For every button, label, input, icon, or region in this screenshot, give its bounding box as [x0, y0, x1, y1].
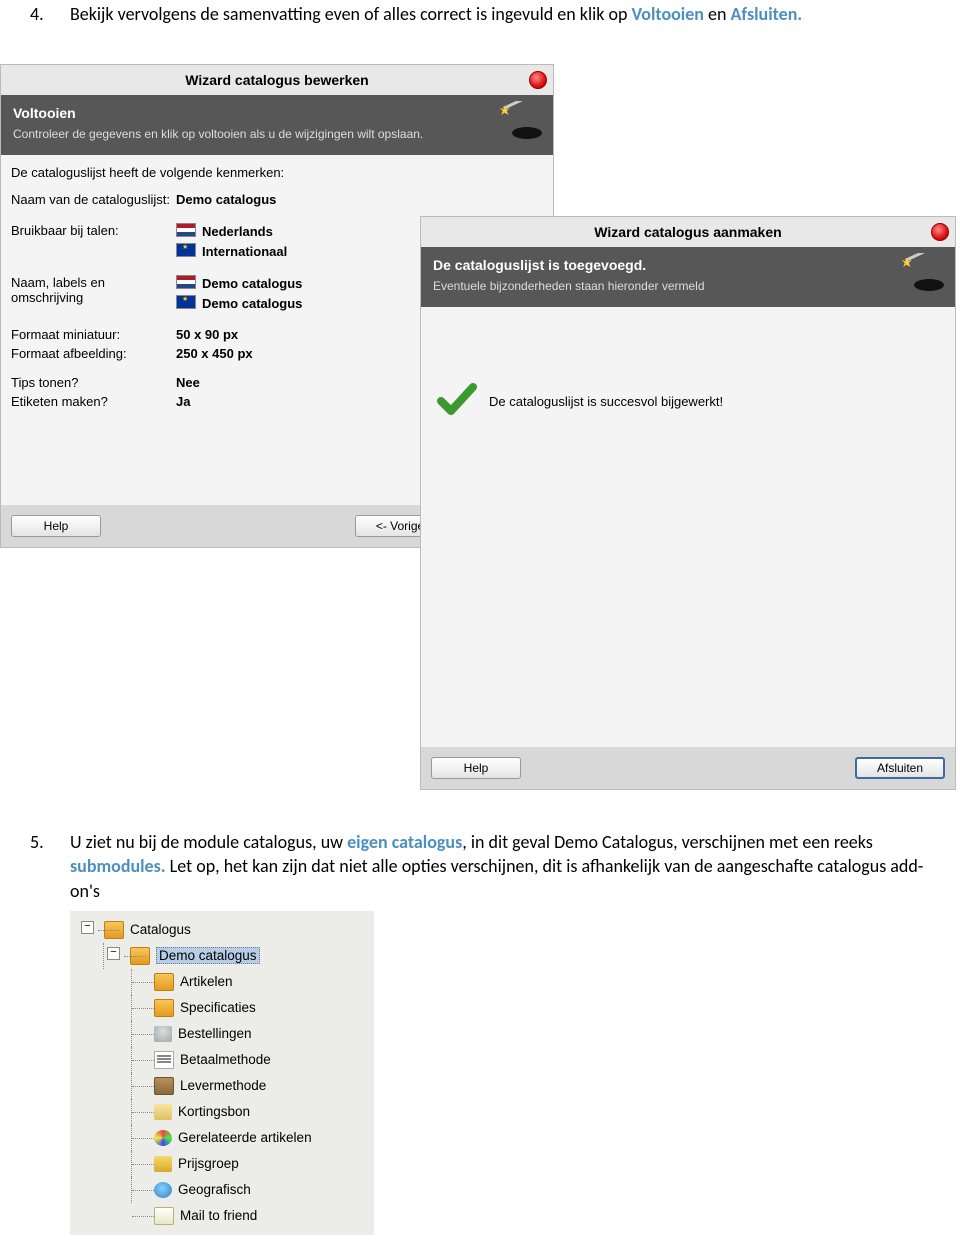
value-lang-nl: Nederlands [202, 224, 273, 239]
label-image: Formaat afbeelding: [11, 346, 176, 361]
tree-label: Kortingsbon [178, 1104, 250, 1119]
help-button[interactable]: Help [431, 757, 521, 779]
tree-item[interactable]: Geografisch [70, 1177, 374, 1203]
tree-demo[interactable]: − Demo catalogus [70, 943, 374, 969]
label-languages: Bruikbaar bij talen: [11, 223, 176, 259]
step-text: U ziet nu bij de module catalogus, uw ei… [70, 830, 930, 903]
help-button[interactable]: Help [11, 515, 101, 537]
value-etiket: Ja [176, 394, 190, 409]
price-icon [154, 1156, 172, 1172]
success-message: De cataloguslijst is succesvol bijgewerk… [489, 394, 723, 409]
tree-item[interactable]: Prijsgroep [70, 1151, 374, 1177]
highlight-eigen-catalogus: eigen catalogus [347, 831, 462, 853]
tree-label: Prijsgroep [178, 1156, 239, 1171]
folder-icon [154, 973, 174, 991]
dialog-titlebar: Wizard catalogus aanmaken [421, 217, 955, 247]
tree-label-selected: Demo catalogus [156, 947, 260, 964]
tree-label: Artikelen [180, 974, 233, 989]
step-number: 4. [30, 2, 70, 26]
close-button[interactable]: Afsluiten [855, 757, 945, 779]
value-desc-nl: Demo catalogus [202, 276, 302, 291]
tree-label: Specificaties [180, 1000, 256, 1015]
value-lang-intl: Internationaal [202, 244, 287, 259]
module-tree: − Catalogus − Demo catalogus Artikelen [70, 911, 374, 1235]
flag-eu-icon [176, 243, 196, 257]
dialog-header: De cataloguslijst is toegevoegd. Eventue… [421, 247, 955, 307]
document-icon [154, 1051, 174, 1069]
header-title: De cataloguslijst is toegevoegd. [433, 257, 943, 273]
wizard-create-dialog: Wizard catalogus aanmaken De catalogusli… [420, 216, 956, 790]
flag-nl-icon [176, 275, 196, 289]
tree-label: Levermethode [180, 1078, 266, 1093]
flag-nl-icon [176, 223, 196, 237]
value-name: Demo catalogus [176, 192, 276, 207]
tag-icon [154, 1104, 172, 1120]
label-name: Naam van de cataloguslijst: [11, 192, 176, 207]
folder-icon [154, 999, 174, 1017]
value-thumb: 50 x 90 px [176, 327, 238, 342]
tree-item[interactable]: Gerelateerde artikelen [70, 1125, 374, 1151]
label-desc: Naam, labels en omschrijving [11, 275, 176, 311]
wizard-wand-icon [497, 101, 543, 141]
tree-item[interactable]: Mail to friend [70, 1203, 374, 1229]
text-fragment: , in dit geval Demo Catalogus, verschijn… [462, 831, 873, 853]
close-icon[interactable] [529, 71, 547, 89]
value-desc-intl: Demo catalogus [202, 296, 302, 311]
tree-label: Catalogus [130, 922, 191, 937]
collapse-icon[interactable]: − [107, 947, 120, 960]
step-text: Bekijk vervolgens de samenvatting even o… [70, 2, 802, 26]
label-etiket: Etiketen maken? [11, 394, 176, 409]
dialog-body: De cataloguslijst is succesvol bijgewerk… [421, 307, 955, 747]
mail-icon [154, 1207, 174, 1225]
collapse-icon[interactable]: − [81, 921, 94, 934]
tree-item[interactable]: Kortingsbon [70, 1099, 374, 1125]
tree-label: Geografisch [178, 1182, 251, 1197]
related-icon [154, 1130, 172, 1146]
step-number: 5. [30, 830, 70, 903]
text-fragment: en [704, 3, 731, 25]
dialog-title: Wizard catalogus aanmaken [594, 224, 781, 240]
header-subtitle: Eventuele bijzonderheden staan hieronder… [433, 279, 943, 293]
close-icon[interactable] [931, 223, 949, 241]
box-icon [154, 1077, 174, 1095]
text-fragment: Bekijk vervolgens de samenvatting even o… [70, 3, 631, 25]
highlight-afsluiten: Afsluiten. [731, 3, 803, 25]
label-tips: Tips tonen? [11, 375, 176, 390]
tree-item[interactable]: Levermethode [70, 1073, 374, 1099]
dialog-titlebar: Wizard catalogus bewerken [1, 65, 553, 95]
tree-item[interactable]: Bestellingen [70, 1021, 374, 1047]
tree-item[interactable]: Betaalmethode [70, 1047, 374, 1073]
header-title: Voltooien [13, 105, 541, 121]
dialog-header: Voltooien Controleer de gegevens en klik… [1, 95, 553, 155]
highlight-submodules: submodules. [70, 855, 166, 877]
tree-item[interactable]: Artikelen [70, 969, 374, 995]
cart-icon [154, 1026, 172, 1042]
text-fragment: Let op, het kan zijn dat niet alle optie… [70, 855, 923, 901]
flag-eu-icon [176, 295, 196, 309]
intro-text: De cataloguslijst heeft de volgende kenm… [11, 165, 543, 180]
header-subtitle: Controleer de gegevens en klik op voltoo… [13, 127, 541, 141]
text-fragment: U ziet nu bij de module catalogus, uw [70, 831, 347, 853]
tree-root[interactable]: − Catalogus [70, 917, 374, 943]
label-thumb: Formaat miniatuur: [11, 327, 176, 342]
dialog-title: Wizard catalogus bewerken [185, 72, 368, 88]
tree-label: Mail to friend [180, 1208, 257, 1223]
highlight-voltooien: Voltooien [631, 3, 703, 25]
tree-item[interactable]: Specificaties [70, 995, 374, 1021]
value-tips: Nee [176, 375, 200, 390]
tree-label: Bestellingen [178, 1026, 252, 1041]
globe-icon [154, 1182, 172, 1198]
tree-label: Betaalmethode [180, 1052, 271, 1067]
value-image: 250 x 450 px [176, 346, 253, 361]
dialog-footer: Help Afsluiten [421, 747, 955, 789]
checkmark-icon [435, 379, 477, 424]
wizard-wand-icon [899, 253, 945, 293]
tree-label: Gerelateerde artikelen [178, 1130, 312, 1145]
